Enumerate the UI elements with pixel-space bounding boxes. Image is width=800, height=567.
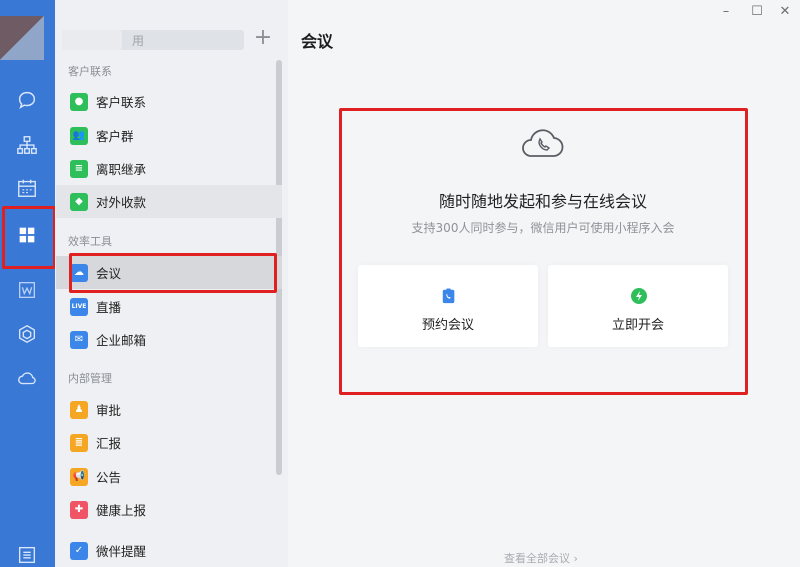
mail-icon: ✉	[70, 330, 88, 349]
section-title-efficiency: 效率工具	[68, 235, 112, 248]
minimize-button[interactable]: –	[718, 4, 734, 19]
resign-inherit-icon: ≡	[70, 159, 88, 178]
schedule-meeting-icon	[440, 287, 458, 305]
app-item-health-report[interactable]: ✚ 健康上报	[56, 493, 282, 526]
app-item-label: 客户群	[96, 129, 134, 144]
app-item-resign-inherit[interactable]: ≡ 离职继承	[56, 152, 282, 185]
avatar[interactable]	[0, 16, 44, 60]
approval-icon: ♟	[70, 400, 88, 419]
app-item-payment[interactable]: ◆ 对外收款	[56, 185, 282, 218]
search-input[interactable]: 用	[62, 30, 244, 50]
customer-group-icon: 👥	[70, 126, 88, 145]
doc-w-icon[interactable]	[15, 278, 39, 302]
meeting-subtitle: 支持300人同时参与，微信用户可使用小程序入会	[411, 221, 675, 235]
app-item-approval[interactable]: ♟ 审批	[56, 393, 282, 426]
page-title: 会议	[301, 32, 334, 51]
app-item-label: 企业邮箱	[96, 333, 147, 348]
app-item-label: 健康上报	[96, 503, 147, 518]
search-placeholder: 用	[132, 34, 145, 48]
app-item-label: 客户联系	[96, 95, 147, 110]
maximize-button[interactable]: ☐	[749, 4, 765, 19]
app-item-label: 直播	[96, 300, 122, 315]
chat-icon[interactable]	[15, 88, 39, 112]
schedule-meeting-button[interactable]: 预约会议	[358, 265, 538, 347]
app-item-customer-contact[interactable]: ● 客户联系	[56, 85, 282, 118]
start-meeting-label: 立即开会	[611, 318, 664, 333]
section-title-customer: 客户联系	[68, 65, 112, 78]
start-meeting-button[interactable]: 立即开会	[548, 265, 728, 347]
app-item-announcement[interactable]: 📢 公告	[56, 460, 282, 493]
app-item-label: 审批	[96, 403, 122, 418]
app-item-reminder[interactable]: ✓ 微伴提醒	[56, 534, 282, 567]
workbench-highlight-box	[2, 206, 56, 269]
app-item-live[interactable]: LIVE 直播	[56, 290, 282, 323]
live-icon: LIVE	[70, 297, 88, 316]
payment-icon: ◆	[70, 192, 88, 211]
app-item-label: 微伴提醒	[96, 544, 147, 559]
announcement-icon: 📢	[70, 467, 88, 486]
settings-menu-icon[interactable]	[15, 543, 39, 567]
app-item-label: 汇报	[96, 436, 122, 451]
cloud-phone-icon[interactable]	[15, 366, 39, 390]
meeting-highlight-box	[69, 253, 277, 293]
report-icon: ≣	[70, 433, 88, 452]
app-item-customer-group[interactable]: 👥 客户群	[56, 119, 282, 152]
section-title-internal: 内部管理	[68, 372, 112, 385]
app-item-label: 公告	[96, 470, 122, 485]
org-chart-icon[interactable]	[15, 133, 39, 157]
customer-contact-icon: ●	[70, 92, 88, 111]
app-item-report[interactable]: ≣ 汇报	[56, 426, 282, 459]
add-button[interactable]: +	[252, 27, 274, 50]
view-all-meetings-link[interactable]: 查看全部会议 ›	[504, 550, 578, 566]
cloud-phone-icon	[519, 122, 567, 162]
cube-icon[interactable]	[15, 322, 39, 346]
app-item-label: 离职继承	[96, 162, 147, 177]
meeting-headline: 随时随地发起和参与在线会议	[438, 192, 647, 211]
app-item-label: 对外收款	[96, 195, 147, 210]
health-report-icon: ✚	[70, 500, 88, 519]
app-item-mail[interactable]: ✉ 企业邮箱	[56, 323, 282, 356]
reminder-icon: ✓	[70, 541, 88, 560]
close-button[interactable]: ✕	[777, 4, 793, 19]
start-now-icon	[630, 287, 648, 305]
calendar-icon[interactable]	[15, 176, 39, 200]
schedule-meeting-label: 预约会议	[421, 318, 474, 333]
